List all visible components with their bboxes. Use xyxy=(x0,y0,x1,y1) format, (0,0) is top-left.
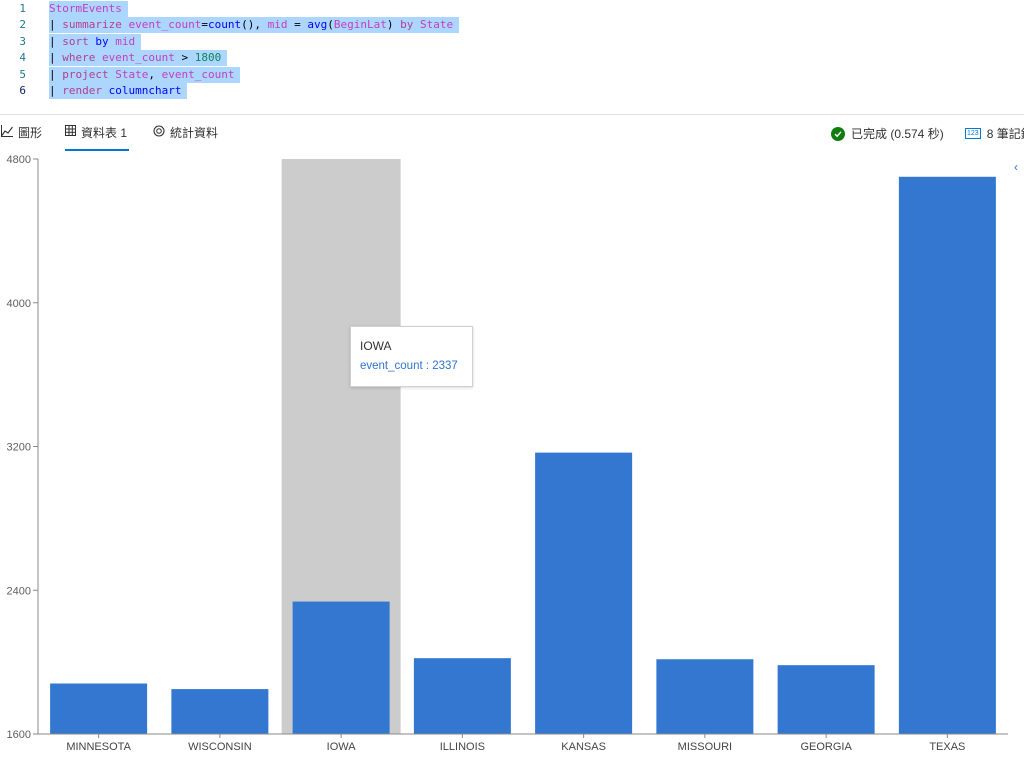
chart-tooltip: IOWA event_count : 2337 xyxy=(350,326,473,387)
line-number: 5 xyxy=(19,67,26,81)
y-tick-label: 1600 xyxy=(7,729,31,741)
query-status: 已完成 (0.574 秒) xyxy=(831,125,944,142)
bar-missouri[interactable] xyxy=(656,659,754,734)
line-chart-icon xyxy=(1,125,13,137)
tooltip-title: IOWA xyxy=(360,339,392,353)
bar-georgia[interactable] xyxy=(777,665,875,734)
line-number: 4 xyxy=(19,51,26,65)
query-status-text: 已完成 (0.574 秒) xyxy=(851,127,944,141)
y-tick-label: 3200 xyxy=(7,442,31,454)
bar-iowa[interactable] xyxy=(292,601,390,734)
code-text[interactable]: StormEvents xyxy=(49,1,128,17)
x-tick-label: MISSOURI xyxy=(678,741,732,753)
line-number: 6 xyxy=(19,84,26,97)
number-badge-icon: 123 xyxy=(965,128,981,139)
x-tick-label: WISCONSIN xyxy=(188,741,252,753)
x-tick-label: TEXAS xyxy=(929,741,965,753)
tooltip-value: event_count : 2337 xyxy=(360,360,458,372)
tab-table-1[interactable]: 資料表 1 xyxy=(65,124,130,151)
line-number: 2 xyxy=(19,18,26,32)
line-number: 1 xyxy=(19,2,26,15)
bar-illinois[interactable] xyxy=(413,658,511,734)
results-tab-bar: 圖形 資料表 1 統計資料 已完成 (0.574 秒) 123 8 筆記錄 xyxy=(0,115,1024,151)
x-tick-label: IOWA xyxy=(327,741,357,753)
tab-chart[interactable]: 圖形 xyxy=(1,124,42,150)
tab-table-1-label: 資料表 1 xyxy=(81,126,128,140)
bar-kansas[interactable] xyxy=(535,452,633,734)
success-check-icon xyxy=(831,126,845,141)
tab-statistics-label: 統計資料 xyxy=(170,126,219,140)
code-text[interactable]: | where event_count > 1800 xyxy=(49,50,228,67)
statistics-gauge-icon xyxy=(153,125,165,137)
y-tick-label: 2400 xyxy=(7,585,31,597)
bar-wisconsin[interactable] xyxy=(171,689,269,734)
code-text[interactable]: | render columnchart xyxy=(49,83,188,99)
x-tick-label: MINNESOTA xyxy=(66,741,131,753)
record-count-text: 8 筆記錄 xyxy=(986,127,1024,141)
x-tick-label: KANSAS xyxy=(561,741,606,753)
column-chart[interactable]: 1600 2400 3200 4000 4800 MINNESOTA WISCONSIN IO… xyxy=(0,150,1024,761)
bar-minnesota[interactable] xyxy=(50,683,148,734)
chart-options-icon[interactable]: ‹ xyxy=(1014,160,1018,174)
y-tick-label: 4000 xyxy=(7,298,31,310)
code-text[interactable]: | project State, event_count xyxy=(49,66,241,83)
table-grid-icon xyxy=(65,125,76,136)
record-count: 123 8 筆記錄 xyxy=(965,125,1024,142)
x-tick-label: ILLINOIS xyxy=(440,741,485,753)
bar-texas[interactable] xyxy=(898,176,996,734)
column-chart-canvas[interactable]: 1600 2400 3200 4000 4800 MINNESOTA WISCONSIN IO… xyxy=(0,150,1024,761)
x-tick-label: GEORGIA xyxy=(800,741,852,753)
line-number: 3 xyxy=(19,34,26,48)
query-editor[interactable]: 1 StormEvents 2 | summarize event_count=cou… xyxy=(0,0,1024,115)
tab-statistics[interactable]: 統計資料 xyxy=(153,124,218,150)
tab-chart-label: 圖形 xyxy=(18,126,43,140)
code-text[interactable]: | summarize event_count=count(), mid = a… xyxy=(49,17,460,34)
code-text[interactable]: | sort by mid xyxy=(49,33,142,50)
y-tick-label: 4800 xyxy=(7,154,31,166)
